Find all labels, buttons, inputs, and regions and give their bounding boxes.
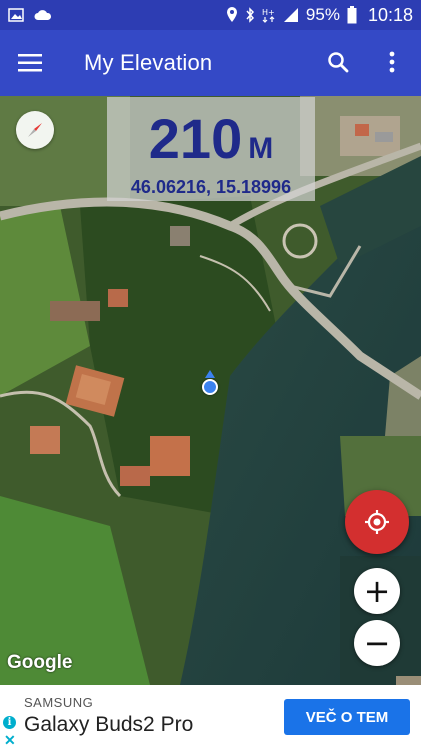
ad-close-icon[interactable]: ✕ xyxy=(4,732,16,749)
signal-icon xyxy=(283,8,298,22)
zoom-in-button[interactable]: + xyxy=(354,568,400,614)
ad-banner[interactable]: i ✕ SAMSUNG Galaxy Buds2 Pro VEČ O TEM xyxy=(0,685,421,750)
heading-arrow xyxy=(205,370,215,378)
image-icon xyxy=(8,8,24,22)
elevation-unit: M xyxy=(248,132,274,165)
hplus-icon: H+ xyxy=(262,8,275,23)
compass-icon xyxy=(28,123,42,137)
compass-button[interactable] xyxy=(16,111,54,149)
elevation-value: 210 xyxy=(148,107,243,170)
search-icon xyxy=(328,52,349,73)
more-options-button[interactable] xyxy=(372,42,412,82)
ad-info-icon[interactable]: i xyxy=(3,716,16,729)
bluetooth-icon xyxy=(246,7,254,23)
app-bar: My Elevation xyxy=(0,30,421,96)
menu-button[interactable] xyxy=(0,30,60,96)
more-vert-icon xyxy=(389,51,395,73)
cloud-icon xyxy=(34,10,52,20)
svg-text:H+: H+ xyxy=(262,8,275,17)
coordinates: 46.06216, 15.18996 xyxy=(130,177,292,197)
satellite-map[interactable]: 210 M 46.06216, 15.18996 + − Google xyxy=(0,96,421,685)
zoom-out-button[interactable]: − xyxy=(354,620,400,666)
app-title: My Elevation xyxy=(84,50,213,75)
status-time: 10:18 xyxy=(367,4,413,25)
status-bar: H+ 95% 10:18 xyxy=(0,0,421,30)
status-bar-right: H+ 95% 10:18 xyxy=(226,5,413,26)
ad-product: Galaxy Buds2 Pro xyxy=(24,713,194,736)
ad-cta-button[interactable]: VEČ O TEM xyxy=(284,699,410,735)
elevation-reading: 210 M xyxy=(107,111,315,167)
elevation-panel: 210 M 46.06216, 15.18996 xyxy=(107,97,315,201)
status-bar-left xyxy=(8,8,52,22)
current-location-marker xyxy=(202,379,218,395)
google-attribution: Google xyxy=(7,652,73,673)
ad-brand: SAMSUNG xyxy=(24,695,94,710)
battery-percent: 95% xyxy=(305,5,340,24)
battery-icon xyxy=(347,6,357,24)
menu-icon xyxy=(18,54,42,72)
crosshair-icon xyxy=(365,510,389,534)
location-icon xyxy=(226,7,237,22)
search-button[interactable] xyxy=(318,42,358,82)
my-location-button[interactable] xyxy=(345,490,409,554)
